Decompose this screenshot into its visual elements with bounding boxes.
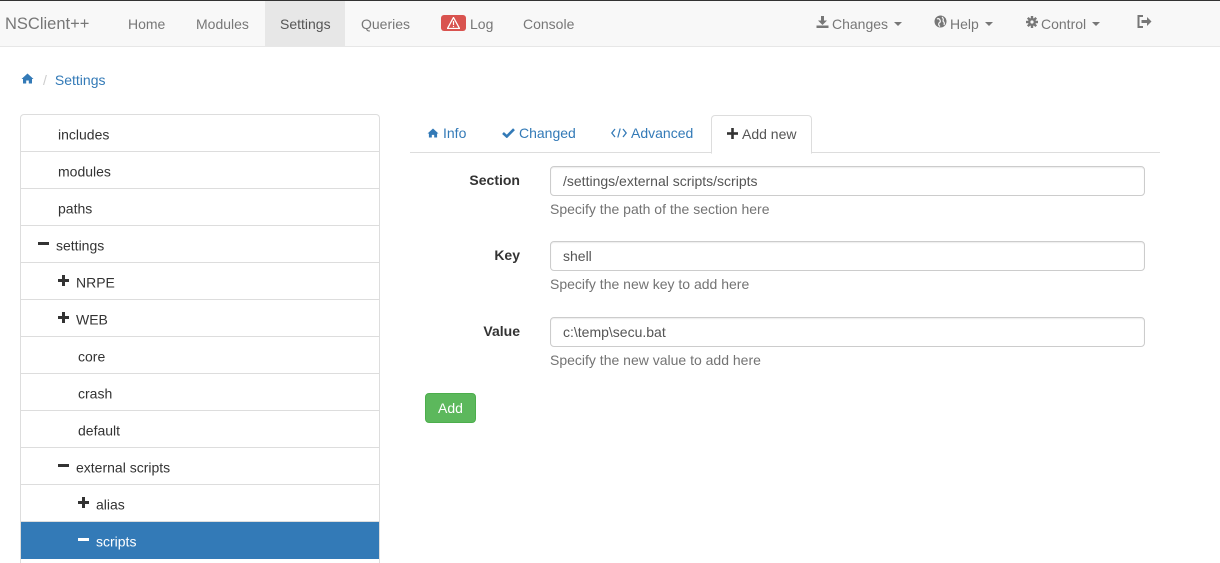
nav-settings[interactable]: Settings <box>265 1 345 47</box>
plus-icon[interactable] <box>56 300 70 336</box>
section-label: Section <box>469 172 520 188</box>
tree-item-modules[interactable]: modules <box>21 152 379 189</box>
top-navbar: NSClient++ Home Modules Settings Queries… <box>0 0 1220 47</box>
tab-advanced[interactable]: Advanced <box>596 115 708 153</box>
plus-icon <box>727 116 738 152</box>
code-icon <box>610 115 628 151</box>
caret-down-icon <box>984 22 993 27</box>
tab-info[interactable]: Info <box>412 115 481 153</box>
tree-item-default[interactable]: default <box>21 411 379 448</box>
tree-item-external-scripts[interactable]: external scripts <box>21 448 379 485</box>
download-icon <box>816 0 829 46</box>
tree-item-alias[interactable]: alias <box>21 485 379 522</box>
value-input[interactable] <box>550 317 1145 347</box>
plus-icon[interactable] <box>56 263 70 299</box>
tree-item-crash[interactable]: crash <box>21 374 379 411</box>
breadcrumb-separator: / <box>43 72 47 88</box>
logout-button[interactable] <box>1122 1 1170 47</box>
nav-home[interactable]: Home <box>113 1 180 47</box>
breadcrumb-current[interactable]: Settings <box>55 72 106 88</box>
minus-icon[interactable] <box>76 522 90 558</box>
tree-item-nrpe[interactable]: NRPE <box>21 263 379 300</box>
tree-item-settings[interactable]: settings <box>21 226 379 263</box>
home-icon[interactable] <box>21 70 34 88</box>
nav-queries[interactable]: Queries <box>346 1 425 47</box>
nav-help-dropdown[interactable]: Help <box>919 1 1008 47</box>
globe-icon <box>934 0 947 46</box>
value-label: Value <box>483 323 520 339</box>
key-input[interactable] <box>550 241 1145 271</box>
section-input[interactable] <box>550 166 1145 196</box>
add-button[interactable]: Add <box>425 393 476 423</box>
tree-item-core[interactable]: core <box>21 337 379 374</box>
nav-changes-dropdown[interactable]: Changes <box>801 1 917 47</box>
key-help-text: Specify the new key to add here <box>550 276 750 292</box>
settings-tabs: Info Changed Advanced Add new <box>410 114 1160 154</box>
caret-down-icon <box>1092 22 1101 27</box>
settings-tree: includes modules paths settings NRPE WEB… <box>20 114 380 563</box>
tree-item-paths[interactable]: paths <box>21 189 379 226</box>
tab-add-new[interactable]: Add new <box>711 115 813 154</box>
brand-logo[interactable]: NSClient++ <box>5 1 89 47</box>
section-help-text: Specify the path of the section here <box>550 201 770 217</box>
nav-modules[interactable]: Modules <box>181 1 264 47</box>
breadcrumb: / Settings <box>21 71 105 89</box>
caret-down-icon <box>894 22 903 27</box>
logout-icon <box>1137 0 1152 46</box>
minus-icon[interactable] <box>36 226 50 262</box>
tree-item-scripts[interactable]: scripts <box>21 522 379 559</box>
plus-icon[interactable] <box>76 485 90 521</box>
minus-icon[interactable] <box>56 448 70 484</box>
nav-log[interactable]: Log <box>426 1 508 47</box>
key-label: Key <box>494 247 520 263</box>
value-help-text: Specify the new value to add here <box>550 352 761 368</box>
tree-item-includes[interactable]: includes <box>21 115 379 152</box>
tab-changed[interactable]: Changed <box>487 115 591 153</box>
tree-item-web[interactable]: WEB <box>21 300 379 337</box>
home-icon <box>427 115 439 151</box>
nav-control-dropdown[interactable]: Control <box>1011 1 1115 47</box>
gear-icon <box>1026 0 1038 46</box>
nav-console[interactable]: Console <box>508 1 589 47</box>
check-icon <box>502 115 515 151</box>
warning-icon <box>441 15 466 32</box>
